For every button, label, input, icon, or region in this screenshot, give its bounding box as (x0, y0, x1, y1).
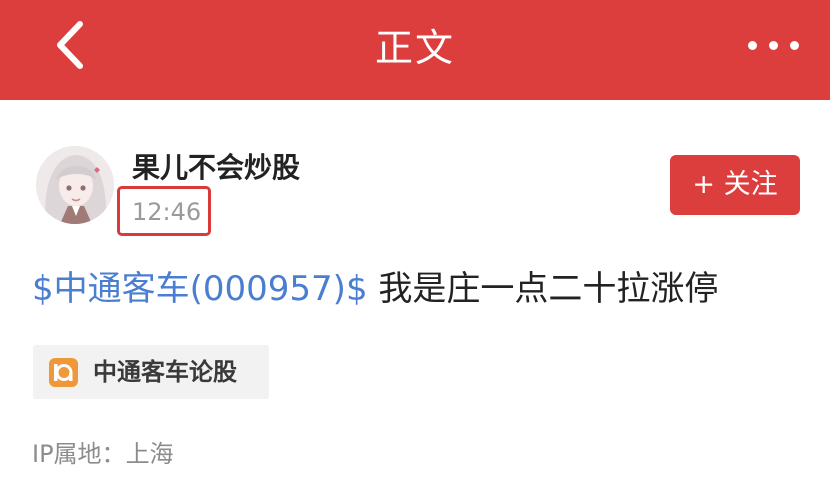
stock-link[interactable]: $中通客车(000957)$ (32, 269, 368, 309)
ip-location-value: 上海 (125, 440, 174, 468)
forum-tag-label: 中通客车论股 (93, 358, 237, 386)
ip-location: IP属地：上海 (32, 434, 174, 469)
more-dot-icon (748, 41, 757, 50)
avatar-image (36, 146, 114, 224)
avatar[interactable] (36, 146, 114, 224)
page-title: 正文 (374, 26, 455, 70)
author-name[interactable]: 果儿不会炒股 (132, 146, 300, 186)
post-time: 12:46 (132, 198, 202, 226)
forum-icon (49, 358, 78, 387)
post-detail-page: 正文 果儿不会炒股 12:46 + 关注 $中通客车(000957)$ 我是庄一… (0, 0, 830, 482)
more-dot-icon (790, 41, 799, 50)
forum-tag[interactable]: 中通客车论股 (33, 345, 269, 399)
more-dot-icon (769, 41, 778, 50)
post-body: $中通客车(000957)$ 我是庄一点二十拉涨停 (32, 266, 718, 312)
follow-button[interactable]: + 关注 (670, 155, 800, 215)
ip-location-label: IP属地： (32, 440, 126, 468)
more-button[interactable] (746, 30, 802, 60)
post-text: 我是庄一点二十拉涨停 (367, 269, 719, 309)
top-bar: 正文 (0, 0, 830, 100)
